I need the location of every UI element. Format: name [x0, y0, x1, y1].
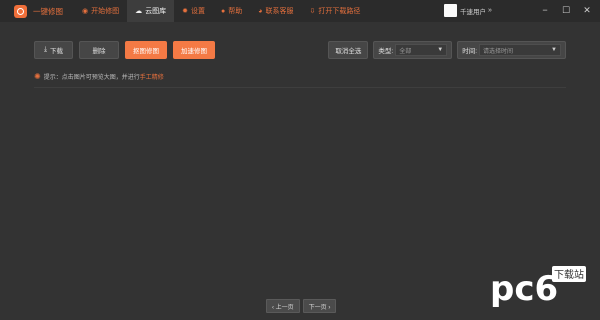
- divider: [34, 87, 566, 88]
- tab-open-download-path[interactable]: ⇩ 打开下载路径: [301, 0, 368, 22]
- type-select[interactable]: 全部 ▼: [395, 44, 448, 56]
- tab-label: 开始修图: [91, 8, 120, 15]
- tab-settings[interactable]: ✹ 设置: [174, 0, 213, 22]
- type-select-value: 全部: [399, 48, 412, 55]
- type-label: 类型:: [378, 48, 394, 55]
- chat-icon: ◕: [258, 7, 263, 15]
- download-label: 下载: [50, 48, 64, 55]
- user-name: 千速用户: [460, 8, 486, 16]
- tab-start-retouch[interactable]: ◉ 开始修图: [74, 0, 127, 22]
- gear-icon: ✹: [182, 8, 188, 15]
- tab-label: 打开下载路径: [318, 8, 361, 15]
- svg-text:pc6: pc6: [490, 269, 558, 309]
- time-label: 时间:: [462, 48, 477, 55]
- tab-label: 云图库: [145, 8, 167, 15]
- help-icon: ●: [220, 7, 226, 15]
- ai-retouch-button[interactable]: 抠图修图: [125, 41, 167, 59]
- app-brand[interactable]: 一键修图: [0, 0, 74, 22]
- next-page-button[interactable]: 下一页 ›: [302, 299, 337, 313]
- tab-contact-support[interactable]: ◕ 联系客服: [250, 0, 301, 22]
- manual-retouch-link[interactable]: 手工精修: [140, 72, 164, 81]
- close-button[interactable]: ✕: [580, 3, 594, 17]
- tab-label: 帮助: [228, 8, 243, 15]
- sun-icon: ✺: [34, 72, 41, 81]
- add-retouch-button[interactable]: 加速修图: [173, 41, 215, 59]
- app-logo-icon: [14, 4, 27, 18]
- tab-label: 联系客服: [265, 8, 294, 15]
- hint-bar: ✺ 提示：点击图片可预览大图，并进行 手工精修: [34, 72, 164, 81]
- download-icon: ⇩: [309, 8, 316, 15]
- toolbar: ⤓ 下载 删除 抠图修图 加速修图: [34, 41, 221, 59]
- hint-text: 提示：点击图片可预览大图，并进行: [43, 75, 140, 81]
- delete-button[interactable]: 删除: [79, 41, 119, 59]
- tab-label: 设置: [190, 8, 205, 15]
- time-select-placeholder: 请选择时间: [483, 48, 514, 55]
- time-select[interactable]: 请选择时间 ▼: [479, 44, 561, 56]
- svg-text:下载站: 下载站: [554, 268, 584, 281]
- tab-help[interactable]: ● 帮助: [213, 0, 250, 22]
- pc6-watermark-logo: pc6 下载站: [490, 266, 586, 309]
- download-button[interactable]: ⤓ 下载: [34, 41, 73, 59]
- type-filter[interactable]: 类型: 全部 ▼: [373, 41, 453, 59]
- pagination: ‹ 上一页 下一页 ›: [266, 299, 339, 313]
- app-title: 一键修图: [33, 6, 63, 16]
- download-icon: ⤓: [43, 46, 48, 53]
- caret-down-icon: ▼: [551, 47, 557, 53]
- filter-bar: 取消全选 类型: 全部 ▼ 时间: 请选择时间 ▼: [328, 41, 566, 59]
- user-menu[interactable]: 千速用户 »: [444, 4, 492, 17]
- cloud-icon: ☁: [135, 8, 143, 15]
- unselect-all-button[interactable]: 取消全选: [328, 41, 369, 59]
- maximize-button[interactable]: ☐: [559, 3, 573, 17]
- title-bar: 一键修图 ◉ 开始修图 ☁ 云图库 ✹ 设置 ● 帮助 ◕ 联系客服 ⇩ 打开下…: [0, 0, 600, 22]
- time-filter[interactable]: 时间: 请选择时间 ▼: [457, 41, 566, 59]
- prev-page-button[interactable]: ‹ 上一页: [266, 299, 300, 313]
- chevron-down-icon: »: [488, 7, 492, 14]
- caret-down-icon: ▼: [437, 47, 444, 53]
- avatar: [444, 4, 457, 17]
- minimize-button[interactable]: −: [538, 3, 552, 17]
- tab-cloud-gallery[interactable]: ☁ 云图库: [127, 0, 175, 22]
- camera-icon: ◉: [82, 8, 89, 15]
